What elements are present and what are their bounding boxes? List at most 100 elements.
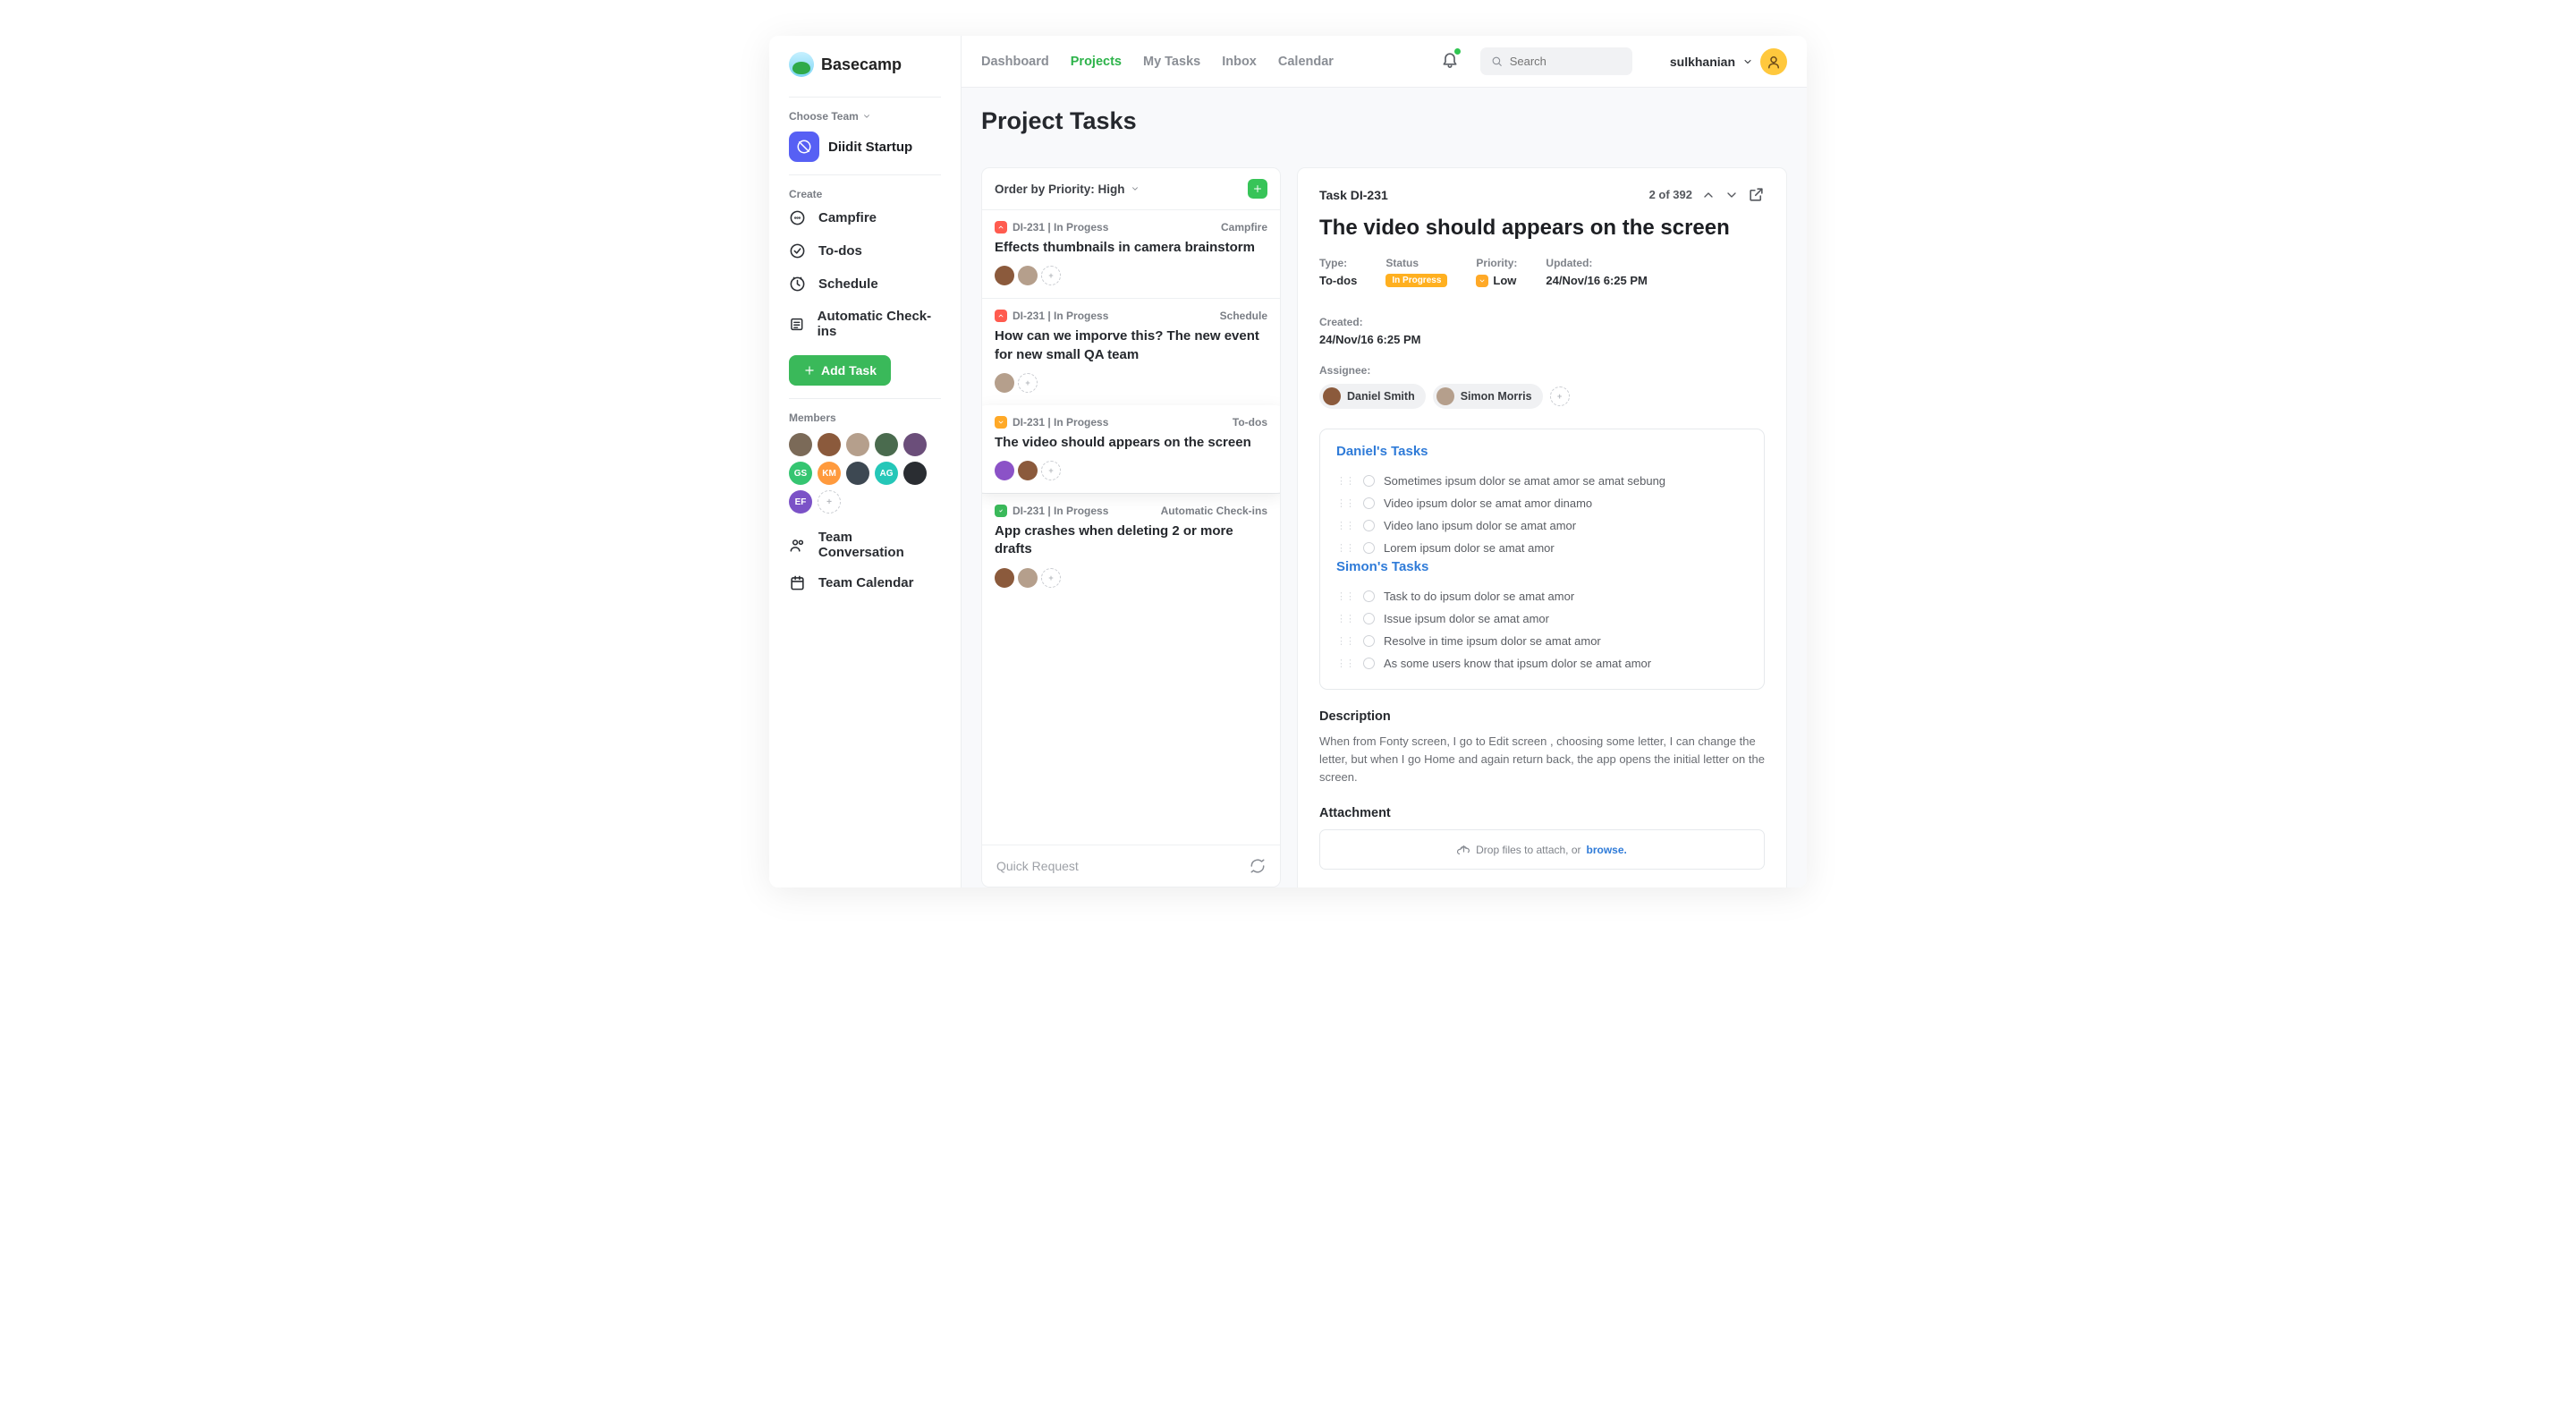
subtask-item[interactable]: ⋮⋮Task to do ipsum dolor se amat amor [1336, 585, 1748, 607]
brand[interactable]: Basecamp [789, 52, 941, 77]
refresh-icon [1250, 858, 1266, 874]
member-avatar[interactable] [903, 462, 927, 485]
team-badge-icon [789, 132, 819, 162]
drag-handle-icon[interactable]: ⋮⋮ [1336, 542, 1354, 554]
task-card[interactable]: DI-231 | In Progess To-dos The video sho… [981, 405, 1281, 493]
checkbox[interactable] [1363, 658, 1375, 669]
member-avatar[interactable]: GS [789, 462, 812, 485]
chevron-down-icon[interactable] [1724, 188, 1739, 202]
member-avatar[interactable] [789, 433, 812, 456]
drag-handle-icon[interactable]: ⋮⋮ [1336, 635, 1354, 647]
task-tag: To-dos [1233, 416, 1267, 429]
nav-projects[interactable]: Projects [1071, 55, 1122, 69]
nav-my-tasks[interactable]: My Tasks [1143, 55, 1200, 69]
add-assignee-button[interactable]: + [1018, 373, 1038, 393]
meta-label: Created: [1319, 316, 1420, 328]
checkbox[interactable] [1363, 497, 1375, 509]
order-by-dropdown[interactable]: Order by Priority: High [995, 183, 1140, 196]
subtask-item[interactable]: ⋮⋮Sometimes ipsum dolor se amat amor se … [1336, 470, 1748, 492]
task-list-column: Order by Priority: High DI-231 | In Prog… [981, 167, 1281, 887]
notifications-button[interactable] [1441, 50, 1459, 72]
attachment-dropzone[interactable]: Drop files to attach, or browse. [1319, 829, 1765, 870]
team-conversation-link[interactable]: Team Conversation [789, 530, 941, 560]
drag-handle-icon[interactable]: ⋮⋮ [1336, 497, 1354, 509]
quick-request-row[interactable]: Quick Request [982, 845, 1280, 887]
member-avatar[interactable] [903, 433, 927, 456]
task-id-text: DI-231 | In Progess [1013, 416, 1108, 429]
user-name: sulkhanian [1670, 55, 1735, 69]
detail-meta: Type:To-dos StatusIn Progress Priority:L… [1319, 257, 1765, 346]
member-avatar[interactable] [818, 433, 841, 456]
task-title: Effects thumbnails in camera brainstorm [995, 239, 1267, 257]
task-card[interactable]: DI-231 | In Progess Automatic Check-ins … [982, 493, 1280, 600]
assignee-avatar [995, 568, 1014, 588]
nav-calendar[interactable]: Calendar [1278, 55, 1334, 69]
drag-handle-icon[interactable]: ⋮⋮ [1336, 475, 1354, 487]
subtask-item[interactable]: ⋮⋮Resolve in time ipsum dolor se amat am… [1336, 630, 1748, 652]
attachment-text: Drop files to attach, or [1476, 844, 1580, 856]
selected-team[interactable]: Diidit Startup [789, 132, 941, 162]
member-avatar[interactable]: EF [789, 490, 812, 514]
add-task-button[interactable]: Add Task [789, 355, 891, 386]
subtask-item[interactable]: ⋮⋮Lorem ipsum dolor se amat amor [1336, 537, 1748, 559]
quick-request-label: Quick Request [996, 859, 1079, 873]
brand-name: Basecamp [821, 55, 902, 74]
subtask-item[interactable]: ⋮⋮Video lano ipsum dolor se amat amor [1336, 514, 1748, 537]
task-avatars: + [995, 568, 1267, 588]
external-link-icon[interactable] [1748, 186, 1765, 203]
drag-handle-icon[interactable]: ⋮⋮ [1336, 658, 1354, 669]
checkbox[interactable] [1363, 590, 1375, 602]
subtasks-section-title: Simon's Tasks [1336, 559, 1748, 574]
task-avatars: + [995, 373, 1267, 393]
assignee-avatar [995, 266, 1014, 285]
task-avatars: + [995, 461, 1267, 480]
checkbox[interactable] [1363, 542, 1375, 554]
divider [789, 398, 941, 399]
checkbox[interactable] [1363, 635, 1375, 647]
drag-handle-icon[interactable]: ⋮⋮ [1336, 520, 1354, 531]
assignee-chip[interactable]: Daniel Smith [1319, 384, 1426, 409]
add-task-icon-button[interactable] [1248, 179, 1267, 199]
create-section-label: Create [789, 188, 941, 200]
attachment-browse-link[interactable]: browse. [1587, 844, 1627, 856]
page-title: Project Tasks [981, 107, 1787, 135]
drag-handle-icon[interactable]: ⋮⋮ [1336, 590, 1354, 602]
topbar: Dashboard Projects My Tasks Inbox Calend… [962, 36, 1807, 88]
checkbox[interactable] [1363, 520, 1375, 531]
chevron-up-icon[interactable] [1701, 188, 1716, 202]
search-input[interactable] [1510, 55, 1622, 68]
assignee-chip[interactable]: Simon Morris [1433, 384, 1543, 409]
nav-inbox[interactable]: Inbox [1222, 55, 1257, 69]
member-avatar[interactable]: KM [818, 462, 841, 485]
subtask-item[interactable]: ⋮⋮Video ipsum dolor se amat amor dinamo [1336, 492, 1748, 514]
app-shell: Basecamp Choose Team Diidit Startup Crea… [769, 36, 1807, 887]
drag-handle-icon[interactable]: ⋮⋮ [1336, 613, 1354, 624]
search-box[interactable] [1480, 47, 1632, 75]
sidebar-item-campfire[interactable]: Campfire [789, 209, 941, 226]
task-card[interactable]: DI-231 | In Progess Schedule How can we … [982, 298, 1280, 405]
chat-icon [789, 209, 806, 226]
subtask-item[interactable]: ⋮⋮Issue ipsum dolor se amat amor [1336, 607, 1748, 630]
sidebar-item-checkins[interactable]: Automatic Check-ins [789, 309, 941, 339]
add-task-label: Add Task [821, 363, 877, 378]
checkbox[interactable] [1363, 475, 1375, 487]
add-member-button[interactable]: + [818, 490, 841, 514]
add-assignee-button[interactable]: + [1550, 386, 1570, 406]
task-card[interactable]: DI-231 | In Progess Campfire Effects thu… [982, 209, 1280, 298]
member-avatar[interactable] [846, 462, 869, 485]
member-avatar[interactable] [875, 433, 898, 456]
team-calendar-link[interactable]: Team Calendar [789, 574, 941, 591]
user-menu[interactable]: sulkhanian [1670, 48, 1787, 75]
team-picker[interactable]: Choose Team [789, 110, 941, 123]
add-assignee-button[interactable]: + [1041, 266, 1061, 285]
nav-dashboard[interactable]: Dashboard [981, 55, 1049, 69]
sidebar-item-todos[interactable]: To-dos [789, 242, 941, 259]
add-assignee-button[interactable]: + [1041, 568, 1061, 588]
create-list: Campfire To-dos Schedule Automatic Check… [789, 209, 941, 339]
member-avatar[interactable]: AG [875, 462, 898, 485]
checkbox[interactable] [1363, 613, 1375, 624]
add-assignee-button[interactable]: + [1041, 461, 1061, 480]
subtask-item[interactable]: ⋮⋮As some users know that ipsum dolor se… [1336, 652, 1748, 675]
sidebar-item-schedule[interactable]: Schedule [789, 276, 941, 293]
member-avatar[interactable] [846, 433, 869, 456]
